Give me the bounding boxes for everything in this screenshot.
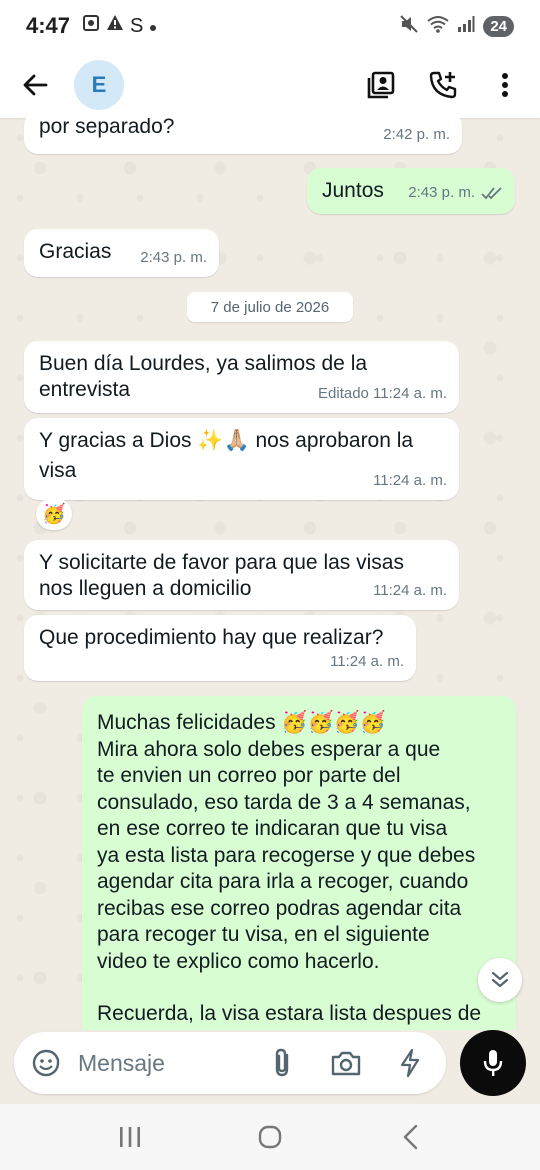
message-time: 2:43 p. m. — [408, 184, 475, 201]
phone-plus-icon — [429, 71, 457, 99]
message-time: 2:43 p. m. — [140, 249, 207, 266]
double-chevron-down-icon — [491, 971, 509, 988]
mute-icon — [399, 14, 419, 39]
status-bar: 4:47 S 24 — [0, 0, 540, 52]
status-time: 4:47 — [26, 13, 71, 38]
message-composer: Mensaje — [14, 1032, 446, 1094]
double-check-icon — [481, 187, 502, 200]
message-incoming[interactable]: Y gracias a Dios ✨🙏🏼 nos aprobaron la vi… — [24, 418, 459, 500]
dot-icon — [149, 15, 157, 38]
message-outgoing[interactable]: Muchas felicidades 🥳🥳🥳🥳 Mira ahora solo … — [82, 696, 516, 1030]
screenshot-icon — [82, 14, 100, 38]
add-call-button[interactable] — [426, 68, 460, 102]
recents-icon — [120, 1127, 140, 1147]
recent-apps-button[interactable] — [110, 1117, 150, 1157]
message-time: 11:24 a. m. — [330, 653, 404, 670]
date-divider: 7 de julio de 2026 — [187, 292, 353, 322]
paperclip-icon — [275, 1048, 289, 1077]
message-incoming[interactable]: Que procedimiento hay que realizar? 11:2… — [24, 615, 416, 681]
message-time: 11:24 a. m. — [373, 472, 447, 489]
contact-card-icon — [367, 71, 395, 99]
arrow-left-icon — [23, 74, 48, 96]
more-options-button[interactable] — [488, 68, 522, 102]
message-reaction[interactable]: 🥳 — [36, 498, 72, 530]
back-button[interactable] — [12, 62, 58, 108]
scroll-to-bottom-button[interactable] — [478, 958, 522, 1002]
message-incoming[interactable]: Y solicitarte de favor para que las visa… — [24, 540, 459, 610]
voice-record-button[interactable] — [460, 1030, 526, 1096]
system-navigation-bar — [0, 1104, 540, 1170]
s-notification-icon: S — [130, 14, 144, 37]
message-time: Editado 11:24 a. m. — [318, 385, 447, 402]
signal-icon — [457, 15, 475, 38]
message-outgoing[interactable]: Juntos 2:43 p. m. — [307, 168, 515, 214]
message-input[interactable]: Mensaje — [78, 1050, 264, 1077]
home-button[interactable] — [250, 1117, 290, 1157]
battery-indicator: 24 — [483, 15, 514, 37]
home-icon — [258, 1125, 282, 1149]
camera-button[interactable] — [328, 1045, 364, 1081]
chat-header: E — [0, 52, 540, 118]
kebab-menu-icon — [502, 73, 508, 97]
microphone-icon — [483, 1050, 503, 1076]
system-back-button[interactable] — [390, 1117, 430, 1157]
sticker-emoji-icon — [32, 1049, 60, 1077]
message-time: 2:42 p. m. — [383, 126, 450, 143]
message-incoming[interactable]: Buen día Lourdes, ya salimos de la entre… — [24, 341, 459, 413]
message-incoming[interactable]: Gracias 2:43 p. m. — [24, 229, 219, 277]
chevron-left-icon — [403, 1124, 418, 1150]
payments-bolt-button[interactable] — [392, 1045, 428, 1081]
attach-button[interactable] — [264, 1045, 300, 1081]
contact-card-button[interactable] — [364, 68, 398, 102]
warning-icon — [106, 14, 124, 38]
lightning-bolt-icon — [400, 1048, 420, 1078]
contact-avatar[interactable]: E — [74, 60, 124, 110]
chat-area[interactable]: por separado? 2:42 p. m. Juntos 2:43 p. … — [0, 118, 540, 1030]
message-time: 11:24 a. m. — [373, 582, 447, 599]
wifi-icon — [427, 15, 449, 38]
message-incoming[interactable]: por separado? 2:42 p. m. — [24, 118, 462, 154]
emoji-button[interactable] — [28, 1045, 64, 1081]
camera-icon — [331, 1051, 361, 1076]
